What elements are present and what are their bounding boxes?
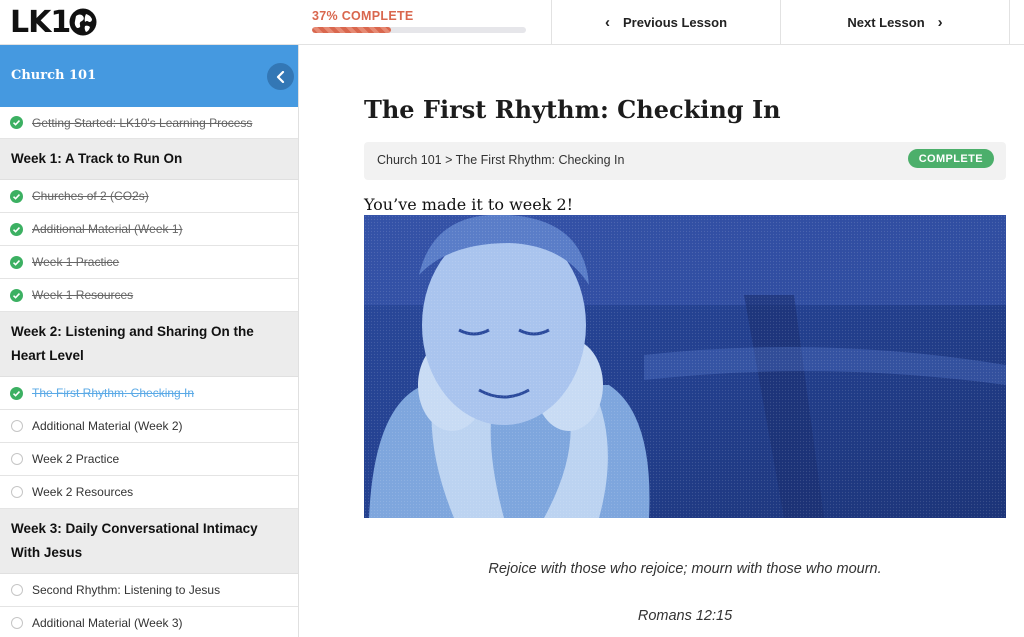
globe-icon [69,8,97,36]
lesson-item-week2-4[interactable]: Week 2 Resources [0,476,298,509]
next-lesson-button[interactable]: Next Lesson › [780,0,1010,45]
empty-circle-icon [11,584,23,596]
scripture-quote: Rejoice with those who rejoice; mourn wi… [488,561,882,577]
lesson-content: The First Rhythm: Checking In Church 101… [300,45,1024,637]
lesson-item-week1-1[interactable]: Churches of 2 (CO2s) [0,180,298,213]
progress-label: 37% COMPLETE [312,9,414,23]
empty-circle-icon [11,486,23,498]
scripture-citation: Romans 12:15 [637,608,733,624]
empty-circle-icon [11,420,23,432]
check-circle-icon [10,116,23,129]
chevron-right-icon: › [937,14,943,31]
lesson-item-week2-1[interactable]: The First Rhythm: Checking In [0,377,298,410]
page-title: The First Rhythm: Checking In [364,95,781,124]
lesson-item-label: Churches of 2 (CO2s) [32,189,149,203]
section-week-3[interactable]: Week 3: Daily Conversational Intimacy Wi… [0,509,298,574]
lesson-item-week1-4[interactable]: Week 1 Resources [0,279,298,312]
chevron-left-icon: ‹ [604,14,610,31]
lesson-item-week3-2[interactable]: Additional Material (Week 3) [0,607,298,637]
course-progress: 37% COMPLETE [312,9,526,33]
collapse-chevron-icon [276,70,284,83]
lesson-item-label: Additional Material (Week 3) [32,616,183,630]
lesson-item-week3-1[interactable]: Second Rhythm: Listening to Jesus [0,574,298,607]
lesson-item-label: Additional Material (Week 1) [32,222,183,236]
previous-lesson-label: Previous Lesson [622,15,728,30]
section-week-1[interactable]: Week 1: A Track to Run On [0,139,298,180]
previous-lesson-button[interactable]: ‹ Previous Lesson [551,0,780,45]
check-circle-icon [10,189,23,203]
lesson-intro: You’ve made it to week 2! [364,195,574,214]
lesson-item-label: Week 1 Practice [32,255,120,269]
lesson-item-label: Getting Started: LK10's Learning Process [32,115,253,130]
lesson-item-week1-3[interactable]: Week 1 Practice [0,246,298,279]
status-badge: COMPLETE [907,149,994,168]
course-sidebar: Church 101 Getting Started: LK10's Learn… [0,45,299,637]
lesson-item-label: Week 2 Practice [32,452,120,466]
check-circle-icon [10,255,23,269]
lesson-item-label: Second Rhythm: Listening to Jesus [32,583,221,597]
top-bar: LK1 37% COMPLETE ‹ Previous Lesson Next … [0,0,1024,45]
lesson-item-label: The First Rhythm: Checking In [32,386,195,400]
breadcrumb-bar: Church 101 > The First Rhythm: Checking … [364,142,1006,180]
check-circle-icon [10,222,23,236]
lesson-item-week2-2[interactable]: Additional Material (Week 2) [0,410,298,443]
breadcrumb[interactable]: Church 101 > The First Rhythm: Checking … [377,153,624,167]
boy-photo [364,215,1006,518]
check-circle-icon [10,288,23,302]
lesson-item-label: Additional Material (Week 2) [32,419,183,433]
lesson-item-getting-started[interactable]: Getting Started: LK10's Learning Process [0,107,298,139]
lk10-logo[interactable]: LK1 [10,4,98,40]
empty-circle-icon [11,617,23,629]
lesson-item-week1-2[interactable]: Additional Material (Week 1) [0,213,298,246]
check-circle-icon [10,386,23,400]
empty-circle-icon [11,453,23,465]
collapse-sidebar-button[interactable] [267,63,294,90]
next-lesson-label: Next Lesson [847,15,925,30]
course-header: Church 101 [0,45,298,107]
logo-text: LK1 [10,4,71,40]
progress-track [312,27,526,33]
lesson-item-label: Week 2 Resources [32,485,134,499]
lesson-item-week2-3[interactable]: Week 2 Practice [0,443,298,476]
course-title[interactable]: Church 101 [11,68,96,83]
section-week-2[interactable]: Week 2: Listening and Sharing On the Hea… [0,312,298,377]
lesson-item-label: Week 1 Resources [32,288,134,302]
progress-fill [312,27,392,33]
